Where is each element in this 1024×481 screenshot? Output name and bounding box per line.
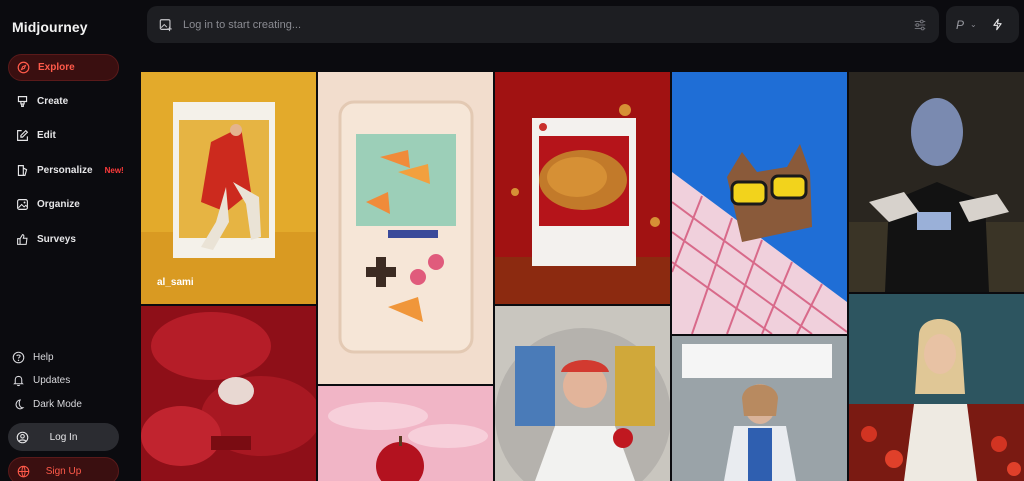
chevron-down-icon: ⌄ <box>970 20 977 29</box>
artwork-image <box>849 294 1024 481</box>
log-in-button[interactable]: Log In <box>8 423 119 451</box>
artwork-image <box>141 306 316 481</box>
artwork-image <box>318 72 493 384</box>
sidebar-item-label: Explore <box>38 62 75 73</box>
sidebar: Midjourney Explore Create Edit Personali… <box>0 0 128 481</box>
compass-icon <box>17 61 30 74</box>
gallery-tile[interactable] <box>849 72 1024 292</box>
add-image-icon[interactable] <box>159 18 173 32</box>
prompt-bar[interactable]: Log in to start creating... <box>147 6 939 43</box>
moon-icon <box>15 398 25 409</box>
personalize-icon <box>17 165 28 176</box>
gallery-tile[interactable] <box>495 72 670 304</box>
gallery-tile[interactable]: al_sami <box>141 72 316 304</box>
sidebar-item-personalize[interactable]: Personalize New! <box>8 157 124 184</box>
edit-icon <box>17 129 29 141</box>
gallery-tile[interactable] <box>672 336 847 481</box>
sidebar-item-surveys[interactable]: Surveys <box>8 226 119 253</box>
gallery-tile[interactable] <box>141 306 316 481</box>
updates-label: Updates <box>33 374 71 386</box>
help-link[interactable]: Help <box>12 348 54 366</box>
sidebar-item-edit[interactable]: Edit <box>8 122 119 149</box>
sidebar-item-label: Create <box>37 96 69 107</box>
prompt-input[interactable]: Log in to start creating... <box>183 19 913 31</box>
gallery-tile[interactable] <box>318 386 493 481</box>
gallery-tile[interactable] <box>495 306 670 481</box>
sidebar-item-label: Surveys <box>37 234 76 245</box>
lightning-icon[interactable] <box>991 18 1004 31</box>
mode-selector[interactable]: P ⌄ <box>946 6 1019 43</box>
author-caption[interactable]: al_sami <box>157 277 194 288</box>
artwork-image <box>495 72 670 304</box>
brush-icon <box>17 96 28 107</box>
sidebar-item-create[interactable]: Create <box>8 88 119 115</box>
new-badge: New! <box>104 166 124 175</box>
dark-mode-label: Dark Mode <box>33 398 82 410</box>
sidebar-item-explore[interactable]: Explore <box>8 54 119 81</box>
mode-label: P <box>956 17 965 32</box>
settings-sliders-icon[interactable] <box>913 18 927 32</box>
artwork-image <box>141 72 316 304</box>
dark-mode-toggle[interactable]: Dark Mode <box>12 395 82 413</box>
artwork-image <box>849 72 1024 292</box>
gallery-tile[interactable] <box>849 294 1024 481</box>
gallery-tile[interactable] <box>672 72 847 334</box>
sidebar-item-label: Organize <box>37 199 80 210</box>
user-circle-icon <box>16 431 29 443</box>
sign-up-button[interactable]: Sign Up <box>8 457 119 481</box>
artwork-image <box>672 72 847 334</box>
explore-gallery: al_sami <box>141 72 1024 481</box>
sidebar-item-label: Edit <box>37 130 56 141</box>
help-label: Help <box>33 351 54 363</box>
sidebar-item-label: Personalize <box>37 165 93 176</box>
app-logo[interactable]: Midjourney <box>12 19 88 35</box>
globe-icon <box>17 465 30 477</box>
artwork-image <box>672 336 847 481</box>
bell-icon <box>13 375 24 386</box>
help-icon <box>12 351 25 363</box>
artwork-image <box>495 306 670 481</box>
updates-link[interactable]: Updates <box>12 371 70 389</box>
image-icon <box>17 199 28 210</box>
sidebar-item-organize[interactable]: Organize <box>8 191 119 218</box>
artwork-image <box>318 386 493 481</box>
gallery-tile[interactable] <box>318 72 493 384</box>
thumbs-up-icon <box>17 234 28 245</box>
